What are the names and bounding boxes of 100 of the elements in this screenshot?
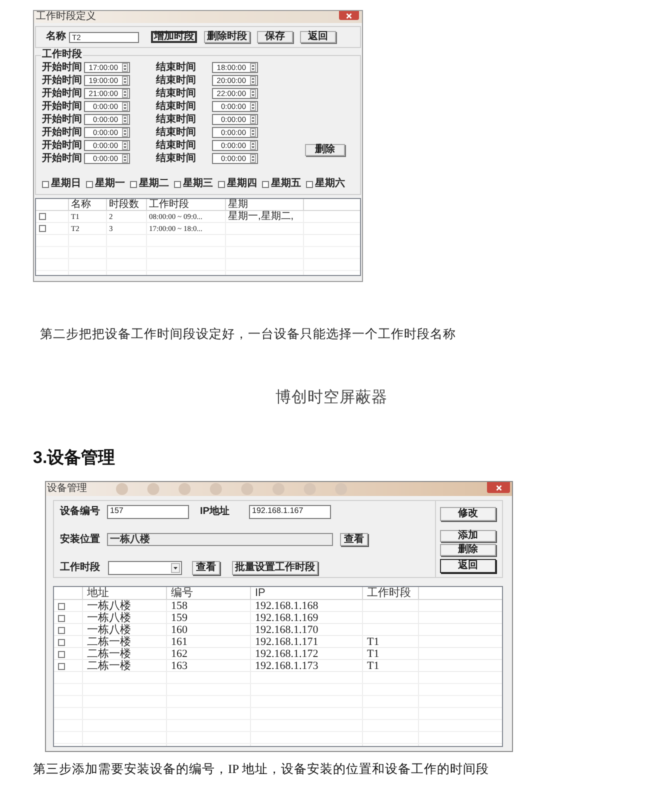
table-cell: 一栋八楼 — [83, 612, 167, 624]
close-button[interactable] — [339, 11, 359, 20]
field-label: 设备编号 — [60, 507, 101, 517]
dialog-button[interactable]: 返回 — [300, 31, 336, 43]
checkbox[interactable] — [42, 180, 49, 188]
spinner-icon[interactable] — [250, 154, 256, 163]
column-header: 工作时段 — [363, 587, 419, 600]
checkbox-label[interactable]: 星期四 — [227, 179, 257, 189]
field-label: 开始时间 — [42, 154, 83, 164]
view-button[interactable]: 查看 — [192, 561, 220, 575]
caret-icon[interactable] — [171, 563, 180, 573]
field-label: 结束时间 — [156, 128, 197, 138]
column-header: 编号 — [167, 587, 251, 600]
table-cell: 192.168.1.168 — [251, 600, 363, 612]
dialog-button[interactable]: 增加时段 — [151, 31, 197, 43]
spinner-icon[interactable] — [122, 141, 128, 150]
window-title: 设备管理 — [47, 484, 87, 494]
spinner-icon[interactable] — [122, 63, 128, 72]
field-label: 开始时间 — [42, 88, 83, 98]
spinner-icon[interactable] — [250, 102, 256, 111]
column-header: 星期 — [226, 199, 304, 210]
checkbox[interactable] — [262, 180, 269, 188]
batch-set-button[interactable]: 批量设置工作时段 — [232, 561, 318, 575]
dialog-button[interactable]: 删除时段 — [204, 31, 250, 43]
checkbox-label[interactable]: 星期一 — [95, 179, 125, 189]
dialog-button[interactable]: 保存 — [257, 31, 293, 43]
checkbox[interactable] — [58, 662, 65, 670]
checkbox[interactable] — [306, 180, 313, 188]
group-title: 工作时段 — [41, 49, 83, 61]
section-heading: 3.设备管理 — [33, 448, 116, 468]
field-label: 开始时间 — [42, 102, 83, 112]
table-cell: 192.168.1.172 — [251, 648, 363, 660]
checkbox[interactable] — [58, 614, 65, 622]
checkbox[interactable] — [58, 626, 65, 634]
table-cell: 160 — [167, 624, 251, 636]
table-cell: 161 — [167, 636, 251, 648]
checkbox-label[interactable]: 星期日 — [51, 179, 81, 189]
view-button[interactable]: 查看 — [340, 533, 368, 546]
dialog-button[interactable]: 删除 — [440, 544, 496, 556]
checkbox[interactable] — [39, 213, 46, 220]
table-cell: 162 — [167, 648, 251, 660]
spinner-icon[interactable] — [122, 89, 128, 98]
table-cell: 159 — [167, 612, 251, 624]
caption: 第二步把把设备工作时间段设定好，一台设备只能选择一个工作时段名称 — [40, 327, 456, 341]
dialog-button[interactable]: 修改 — [440, 507, 496, 521]
checkbox[interactable] — [58, 638, 65, 646]
text-field[interactable]: 一栋八楼 — [107, 533, 333, 546]
field-label: 开始时间 — [42, 128, 83, 138]
checkbox[interactable] — [58, 602, 65, 610]
spinner-icon[interactable] — [122, 102, 128, 111]
checkbox-label[interactable]: 星期二 — [139, 179, 169, 189]
checkbox-label[interactable]: 星期六 — [315, 179, 345, 189]
column-header: 地址 — [83, 587, 167, 600]
checkbox[interactable] — [58, 650, 65, 658]
field-label: 结束时间 — [156, 114, 197, 124]
spinner-icon[interactable] — [122, 154, 128, 163]
close-icon — [496, 484, 502, 490]
spinner-icon[interactable] — [122, 115, 128, 124]
text-field[interactable]: 192.168.1.167 — [249, 505, 331, 519]
checkbox[interactable] — [130, 180, 137, 188]
delete-button[interactable]: 删除 — [305, 144, 345, 156]
table-cell: 一栋八楼 — [83, 624, 167, 636]
spinner-icon[interactable] — [250, 89, 256, 98]
checkbox[interactable] — [86, 180, 93, 188]
checkbox[interactable] — [174, 180, 181, 188]
checkbox-label[interactable]: 星期三 — [183, 179, 213, 189]
field-label: 安装位置 — [60, 534, 101, 544]
dialog-button[interactable]: 返回 — [440, 559, 496, 573]
spinner-icon[interactable] — [250, 115, 256, 124]
table-cell: 二栋一楼 — [83, 648, 167, 660]
table-cell: 192.168.1.169 — [251, 612, 363, 624]
field-label: 结束时间 — [156, 88, 197, 98]
table-cell: 192.168.1.173 — [251, 660, 363, 672]
table-cell: 二栋一楼 — [83, 660, 167, 672]
table-cell: T1 — [363, 636, 419, 648]
table-cell: 192.168.1.170 — [251, 624, 363, 636]
spinner-icon[interactable] — [122, 76, 128, 85]
checkbox-label[interactable]: 星期五 — [271, 179, 301, 189]
table-cell: 星期一,星期二, — [226, 211, 304, 222]
spinner-icon[interactable] — [122, 128, 128, 137]
text-field[interactable]: 157 — [107, 505, 189, 519]
column-header: IP — [251, 587, 363, 600]
checkbox[interactable] — [218, 180, 225, 188]
dropdown-field[interactable] — [108, 561, 182, 575]
spinner-icon[interactable] — [250, 76, 256, 85]
field-label: 开始时间 — [42, 114, 83, 124]
spinner-icon[interactable] — [250, 141, 256, 150]
spinner-icon[interactable] — [250, 128, 256, 137]
table-cell: T1 — [363, 660, 419, 672]
window-title: 工作时段定义 — [36, 12, 96, 22]
column-header: 名称 — [69, 199, 107, 210]
spinner-icon[interactable] — [250, 63, 256, 72]
field-label: 开始时间 — [42, 140, 83, 150]
field-label: IP地址 — [200, 507, 230, 517]
field-label: 开始时间 — [42, 76, 83, 86]
dialog-button[interactable]: 添加 — [440, 530, 496, 542]
field-label: 结束时间 — [156, 62, 197, 72]
checkbox[interactable] — [39, 225, 46, 232]
field-label: 结束时间 — [156, 154, 197, 164]
close-button[interactable] — [487, 482, 510, 493]
